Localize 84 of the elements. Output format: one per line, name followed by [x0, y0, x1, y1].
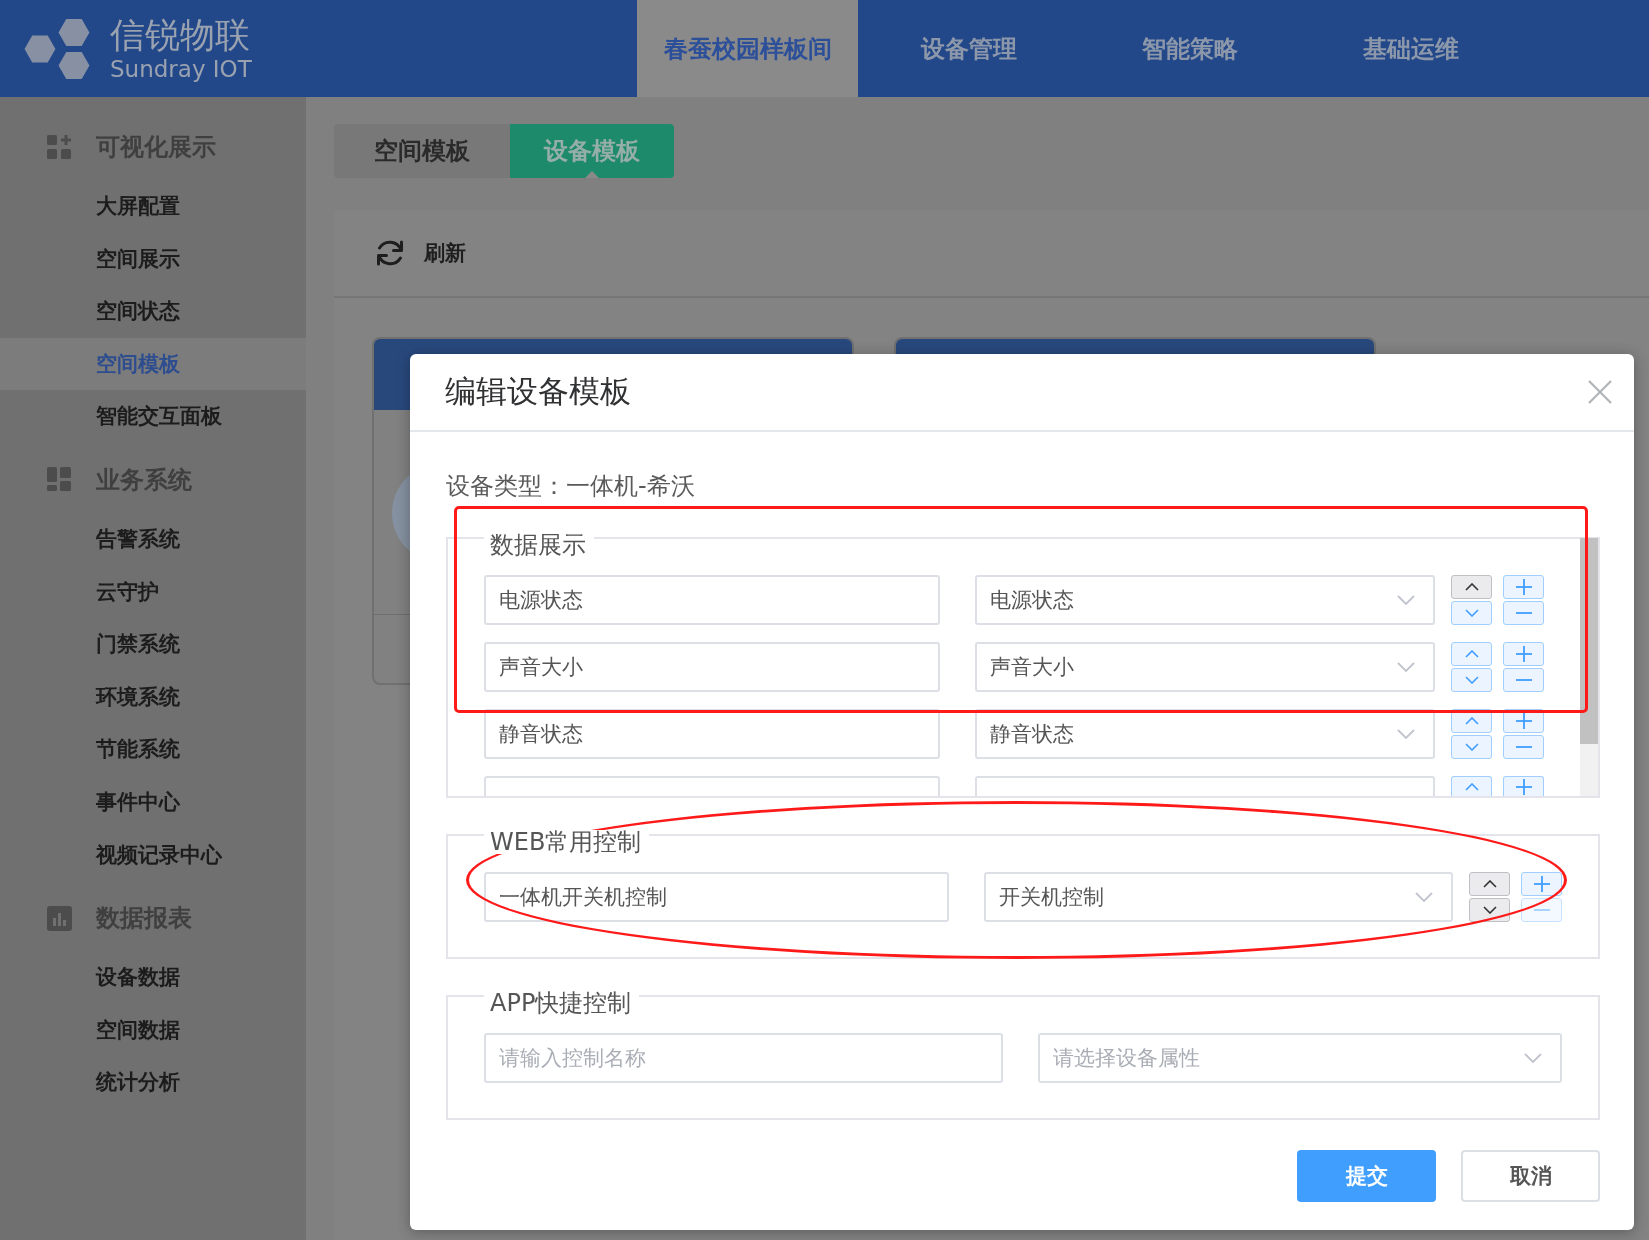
chevron-down-icon — [1524, 1053, 1542, 1063]
brand-subtitle: Sundray IOT — [110, 54, 252, 83]
add-button[interactable] — [1503, 642, 1544, 666]
remove-button[interactable] — [1503, 735, 1544, 759]
close-icon — [1588, 380, 1612, 404]
chevron-up-icon — [1464, 782, 1479, 791]
minus-icon — [1515, 612, 1532, 614]
sidebar-item[interactable]: 空间模板 — [0, 337, 306, 391]
chevron-down-icon — [1464, 676, 1479, 684]
chevron-up-icon — [1464, 717, 1479, 725]
add-button[interactable] — [1503, 776, 1544, 796]
name-input[interactable]: 一体机开关机控制 — [484, 872, 949, 922]
sidebar-item[interactable]: 空间数据 — [0, 1003, 306, 1057]
chevron-up-icon — [1482, 880, 1497, 888]
bar-chart-icon — [47, 905, 72, 931]
plus-icon — [1515, 646, 1532, 662]
control-name-input[interactable]: 请输入控制名称 — [484, 1033, 1003, 1083]
tab[interactable]: 空间模板 — [334, 124, 510, 178]
name-input[interactable]: 声音大小 — [484, 642, 940, 692]
submit-button[interactable]: 提交 — [1297, 1150, 1436, 1202]
chevron-up-icon — [1464, 650, 1479, 658]
plus-icon — [1515, 778, 1532, 795]
sidebar-item[interactable]: 视频记录中心 — [0, 828, 306, 882]
plus-icon — [1515, 713, 1532, 729]
sidebar-item[interactable]: 空间状态 — [0, 285, 306, 338]
move-down-button[interactable] — [1451, 668, 1492, 692]
sidebar-item[interactable]: 节能系统 — [0, 723, 306, 776]
attribute-select[interactable]: 电源状态 — [974, 575, 1435, 625]
sidebar-item[interactable]: 空间展示 — [0, 232, 306, 286]
sidebar-item[interactable]: 门禁系统 — [0, 618, 306, 671]
close-button[interactable] — [1588, 380, 1612, 404]
chevron-down-icon — [1397, 729, 1415, 739]
remove-button[interactable] — [1503, 668, 1544, 692]
cancel-button[interactable]: 取消 — [1461, 1150, 1600, 1202]
nav-tab[interactable]: 春蚕校园样板间 — [637, 0, 858, 97]
sidebar-item[interactable]: 环境系统 — [0, 670, 306, 724]
minus-icon — [1533, 909, 1550, 911]
device-type-label: 设备类型：一体机-希沃 — [446, 471, 696, 501]
tab-pointer-icon — [585, 171, 599, 178]
attribute-select[interactable]: 声音大小 — [974, 642, 1435, 692]
name-input[interactable]: 静音状态 — [484, 709, 940, 759]
chevron-down-icon — [1464, 609, 1479, 617]
chevron-down-icon — [1482, 906, 1497, 914]
plus-icon — [1515, 579, 1532, 595]
move-down-button[interactable] — [1451, 735, 1492, 759]
attribute-select[interactable]: 开关机控制 — [983, 872, 1453, 922]
dialog-title: 编辑设备模板 — [445, 372, 631, 411]
plus-icon — [1533, 876, 1550, 892]
chevron-down-icon — [1397, 595, 1415, 605]
name-input[interactable] — [484, 776, 940, 796]
sidebar-item[interactable]: 设备数据 — [0, 951, 306, 1004]
attribute-select[interactable] — [974, 776, 1435, 796]
sidebar-item[interactable]: 智能交互面板 — [0, 390, 306, 443]
move-up-button[interactable] — [1451, 776, 1492, 796]
minus-icon — [1515, 679, 1532, 681]
tab[interactable]: 设备模板 — [510, 124, 674, 178]
nav-tab[interactable]: 智能策略 — [1079, 0, 1300, 97]
sidebar-item[interactable]: 大屏配置 — [0, 180, 306, 233]
chevron-down-icon — [1415, 892, 1433, 902]
chevron-down-icon — [1464, 743, 1479, 751]
attribute-select[interactable]: 请选择设备属性 — [1038, 1033, 1562, 1083]
move-up-button[interactable] — [1451, 642, 1492, 666]
add-button[interactable] — [1503, 709, 1544, 733]
brand-name: 信锐物联 — [110, 14, 250, 55]
name-input[interactable]: 电源状态 — [484, 575, 940, 625]
chevron-up-icon — [1464, 583, 1479, 591]
nav-tab[interactable]: 基础运维 — [1300, 0, 1521, 97]
attribute-select[interactable]: 静音状态 — [974, 709, 1435, 759]
minus-icon — [1515, 746, 1532, 748]
sidebar-item[interactable]: 云守护 — [0, 565, 306, 619]
layout-icon — [47, 467, 72, 493]
grid-icon — [47, 134, 72, 160]
move-down-button[interactable] — [1451, 601, 1492, 625]
remove-button[interactable] — [1503, 601, 1544, 625]
sidebar-item[interactable]: 统计分析 — [0, 1056, 306, 1109]
move-up-button[interactable] — [1451, 709, 1492, 733]
sidebar-item[interactable]: 事件中心 — [0, 775, 306, 829]
add-button[interactable] — [1521, 872, 1562, 896]
chevron-down-icon — [1397, 662, 1415, 672]
refresh-button[interactable]: 刷新 — [374, 237, 466, 269]
add-button[interactable] — [1503, 575, 1544, 599]
nav-tab[interactable]: 设备管理 — [858, 0, 1079, 97]
sidebar-item[interactable]: 告警系统 — [0, 512, 306, 566]
scrollbar-thumb[interactable] — [1580, 538, 1598, 744]
